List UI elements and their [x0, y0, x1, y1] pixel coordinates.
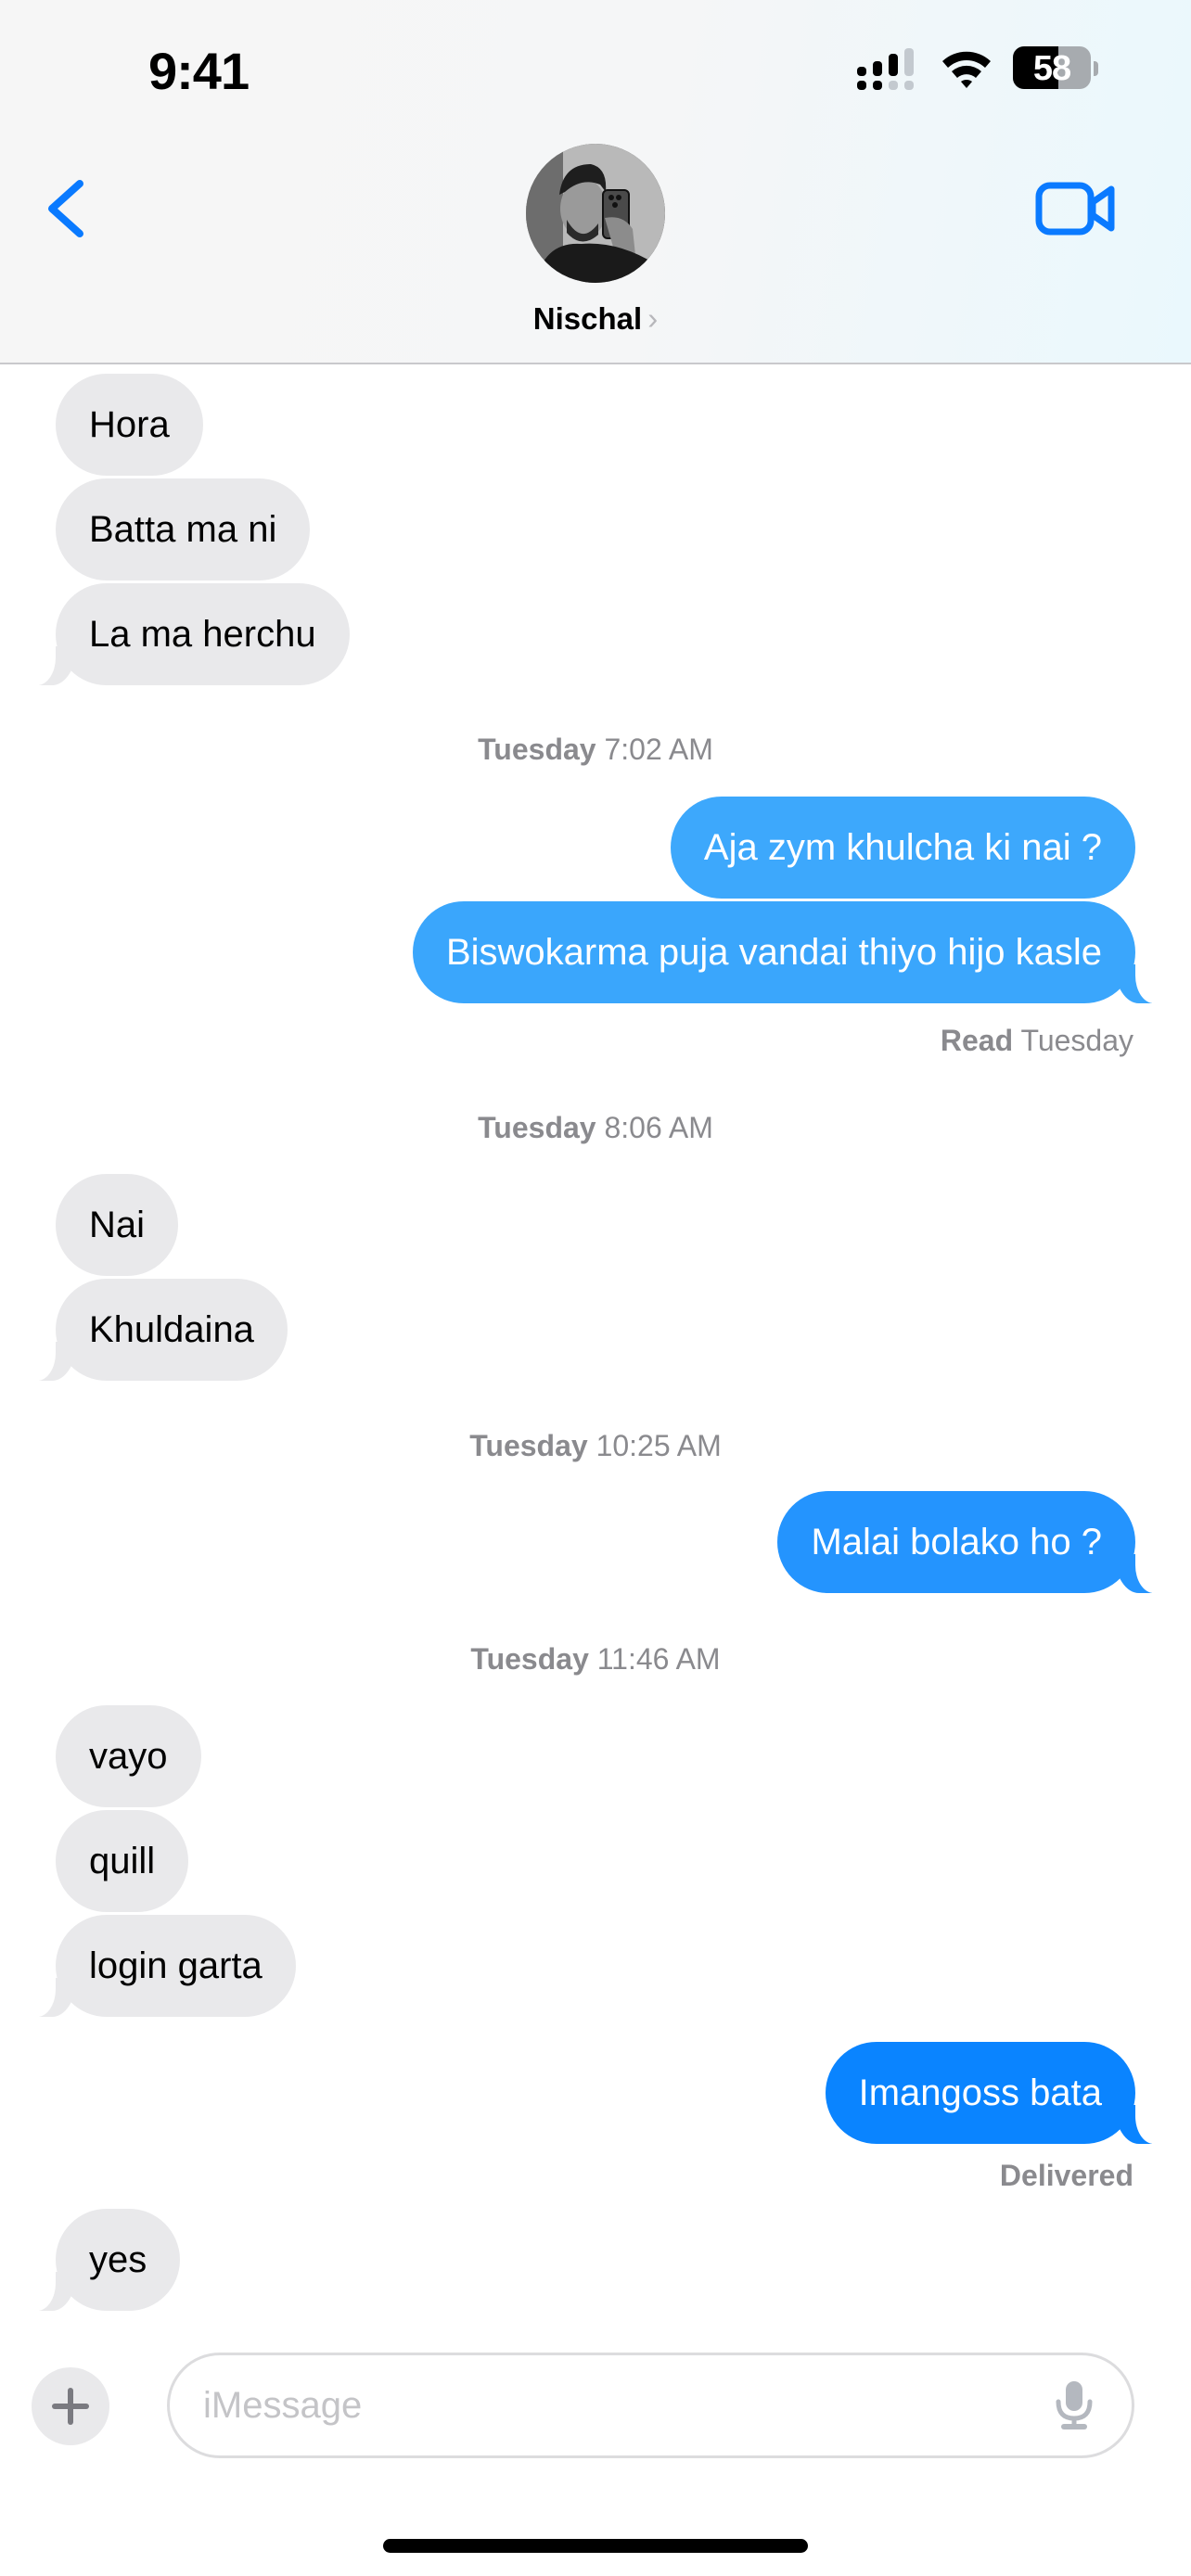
timestamp-day: Tuesday [478, 1111, 596, 1144]
battery-icon: 58 [1013, 46, 1091, 89]
message-text: Aja zym khulcha ki nai ? [703, 827, 1102, 868]
timestamp-divider: Tuesday 10:25 AM [0, 1429, 1191, 1463]
video-camera-icon [1035, 182, 1115, 236]
signal-icon [857, 48, 914, 90]
timestamp-time: 7:02 AM [604, 733, 713, 766]
contact-name: Nischal [532, 301, 643, 336]
plus-icon[interactable] [32, 2367, 109, 2445]
message-input-field[interactable] [167, 2353, 1134, 2458]
message-text: yes [89, 2239, 147, 2280]
message-bubble-received[interactable]: Batta ma ni [56, 478, 311, 580]
timestamp-time: 8:06 AM [604, 1111, 713, 1144]
battery-nub [1094, 61, 1098, 76]
message-text: Hora [89, 404, 170, 445]
timestamp-divider: Tuesday 11:46 AM [0, 1642, 1191, 1677]
contact-name-button[interactable]: Nischal › [0, 301, 1191, 337]
message-bubble-received[interactable]: La ma herchu [22, 583, 350, 685]
message-text: Batta ma ni [89, 509, 277, 550]
message-bubble-received[interactable]: vayo [56, 1705, 201, 1807]
timestamp-day: Tuesday [478, 733, 596, 766]
message-text: quill [89, 1841, 156, 1881]
timestamp-divider: Tuesday 8:06 AM [0, 1111, 1191, 1145]
message-bubble-received[interactable]: quill [56, 1810, 189, 1912]
read-receipt: Read Tuesday [941, 1024, 1133, 1058]
message-text: Nai [89, 1205, 146, 1245]
contact-avatar[interactable] [526, 144, 665, 283]
message-text: Khuldaina [89, 1309, 254, 1350]
timestamp-time: 10:25 AM [596, 1429, 722, 1462]
chevron-left-icon [48, 180, 83, 237]
message-bubble-sent[interactable]: Aja zym khulcha ki nai ? [670, 797, 1135, 899]
status-time: 9:41 [148, 42, 250, 100]
battery-percent: 58 [1032, 49, 1071, 88]
home-indicator[interactable] [383, 2539, 808, 2553]
message-bubble-received[interactable]: Nai [56, 1174, 179, 1276]
message-bubble-sent[interactable]: Imangoss bata [825, 2042, 1170, 2144]
message-bubble-received[interactable]: yes [21, 2209, 181, 2311]
delivered-receipt: Delivered [999, 2159, 1133, 2192]
message-text: La ma herchu [89, 614, 316, 655]
timestamp-day: Tuesday [470, 1642, 589, 1676]
conversation-header: 9:41 58 Nischal › [0, 0, 1191, 364]
message-bubble-sent[interactable]: Biswokarma puja vandai thiyo hijo kasle [412, 901, 1170, 1003]
read-when: Tuesday [1020, 1024, 1133, 1057]
wifi-icon [942, 51, 991, 88]
message-text: vayo [89, 1736, 168, 1777]
timestamp-day: Tuesday [469, 1429, 588, 1462]
facetime-video-button[interactable] [1028, 174, 1121, 243]
message-bubble-received[interactable]: Hora [56, 374, 203, 476]
message-text: Imangoss bata [858, 2072, 1102, 2113]
chevron-right-icon: › [647, 301, 659, 336]
message-text: login garta [89, 1945, 263, 1986]
message-bubble-received[interactable]: Khuldaina [22, 1279, 288, 1381]
message-bubble-sent[interactable]: Malai bolako ho ? [777, 1491, 1169, 1593]
back-button[interactable] [37, 167, 102, 250]
timestamp-time: 11:46 AM [596, 1642, 721, 1676]
message-bubble-received[interactable]: login garta [22, 1915, 296, 2017]
avatar-photo [526, 144, 665, 283]
read-label: Read [940, 1024, 1014, 1057]
message-input[interactable] [203, 2355, 1019, 2455]
message-text: Biswokarma puja vandai thiyo hijo kasle [445, 932, 1102, 973]
timestamp-divider: Tuesday 7:02 AM [0, 733, 1191, 767]
microphone-icon[interactable] [1054, 2379, 1095, 2431]
message-text: Malai bolako ho ? [811, 1522, 1102, 1562]
